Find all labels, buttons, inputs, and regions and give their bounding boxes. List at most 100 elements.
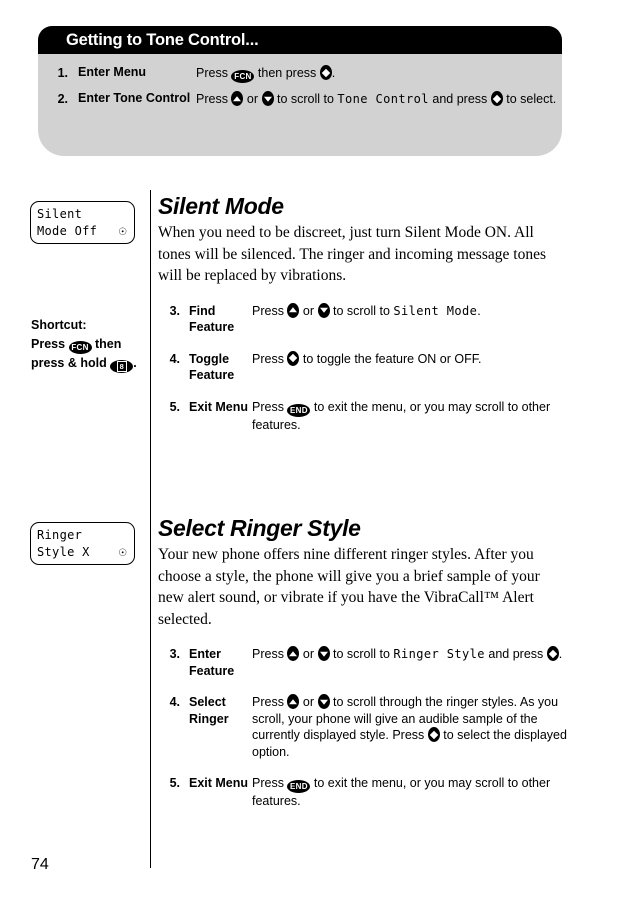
up-key-icon	[287, 302, 300, 318]
section-intro: Your new phone offers nine different rin…	[158, 544, 568, 630]
step-number: 2.	[57, 92, 68, 106]
menu-item-name: Tone Control	[337, 92, 429, 106]
callout-header: Getting to Tone Control...	[38, 26, 562, 54]
step-number: 3.	[169, 303, 180, 318]
text-press: Press	[196, 92, 232, 106]
down-key-icon	[317, 646, 330, 661]
step-number: 5.	[169, 776, 180, 790]
step-label: Enter Feature	[189, 647, 235, 678]
text-scroll-to: to scroll to	[273, 92, 338, 106]
text-toggle: to toggle the feature ON or OFF.	[299, 351, 482, 366]
callout-step-2: 2. Enter Tone Control Press or to scroll…	[38, 91, 562, 108]
page-number: 74	[31, 856, 49, 873]
tone-control-callout: Getting to Tone Control... 1. Enter Menu…	[38, 26, 562, 156]
menu-item-name: Silent Mode	[393, 303, 478, 318]
step-label: Exit Menu	[189, 399, 249, 414]
text-or: or	[299, 303, 318, 318]
section-intro: When you need to be discreet, just turn …	[158, 224, 546, 284]
text-press: Press	[196, 66, 232, 80]
text-to-select: to select.	[502, 92, 557, 106]
shortcut-note: Shortcut: Press FCN then press & hold 8.	[31, 316, 143, 373]
steps-list: 3. Find Feature Press or to scroll to Si…	[158, 302, 568, 434]
down-key-icon	[317, 302, 330, 318]
select-key-icon	[287, 350, 300, 366]
step-label: Toggle Feature	[189, 351, 235, 383]
bell-icon: ☉	[118, 545, 127, 560]
up-key-icon	[287, 694, 300, 709]
select-key-icon	[546, 646, 559, 661]
up-key-icon	[287, 646, 300, 661]
step-label: Find Feature	[189, 303, 235, 335]
step-find-feature: 3. Find Feature Press or to scroll to Si…	[158, 302, 568, 336]
end-key-icon: END	[287, 780, 311, 793]
callout-title: Getting to Tone Control...	[66, 30, 259, 49]
text-period: .	[477, 303, 481, 318]
select-key-icon	[490, 91, 503, 106]
down-key-icon	[317, 694, 330, 709]
section-intro-text: Your new phone offers nine different rin…	[158, 546, 540, 628]
text-or: or	[299, 695, 318, 709]
fcn-key-icon: FCN	[231, 70, 255, 83]
step-label: Enter Tone Control	[78, 91, 191, 105]
text-press: Press	[252, 351, 288, 366]
text-then-press: then press	[254, 66, 320, 80]
steps-list: 3. Enter Feature Press or to scroll to R…	[158, 646, 568, 810]
text-and-press: and press	[428, 92, 491, 106]
text-press: Press	[252, 303, 288, 318]
text-or: or	[243, 92, 262, 106]
step-number: 4.	[169, 351, 180, 366]
text-period: .	[331, 66, 336, 80]
text-press: Press	[252, 399, 288, 414]
menu-item-name: Ringer Style	[393, 647, 485, 661]
text-or: or	[299, 647, 318, 661]
text-scroll-to: to scroll to	[329, 647, 394, 661]
step-number: 3.	[169, 647, 180, 661]
up-key-icon	[231, 91, 244, 106]
text-scroll-to: to scroll to	[329, 303, 394, 318]
step-toggle-feature: 4. Toggle Feature Press to toggle the fe…	[158, 350, 568, 384]
lcd-line-2: Mode Off	[37, 224, 98, 238]
step-label: Select Ringer	[189, 695, 229, 726]
step-number: 5.	[169, 399, 180, 414]
step-label: Enter Menu	[78, 65, 147, 79]
step-exit-menu: 5. Exit Menu Press END to exit the menu,…	[158, 775, 568, 810]
step-description: Press or to scroll to Tone Control and p…	[196, 91, 562, 108]
lcd-line-1: Silent	[37, 207, 83, 221]
bell-icon: ☉	[118, 224, 127, 239]
section-silent-mode: Silent Mode When you need to be discreet…	[158, 193, 568, 448]
step-description: Press END to exit the menu, or you may s…	[252, 775, 568, 810]
section-select-ringer-style: Select Ringer Style Your new phone offer…	[158, 515, 568, 825]
lcd-line-2-row: Style X ☉	[37, 544, 134, 561]
text-press: Press	[252, 647, 288, 661]
step-description: Press FCN then press .	[196, 65, 562, 83]
select-key-icon	[319, 65, 332, 80]
text-press: Press	[252, 776, 288, 790]
lcd-line-2-row: Mode Off ☉	[37, 223, 134, 240]
down-key-icon	[261, 91, 274, 106]
step-description: Press or to scroll to Ringer Style and p…	[252, 646, 568, 663]
text-and-press: and press	[484, 647, 547, 661]
step-description: Press to toggle the feature ON or OFF.	[252, 350, 568, 368]
lcd-display-ringer-style: Ringer Style X ☉	[30, 522, 135, 565]
lcd-line-1: Ringer	[37, 528, 83, 542]
end-key-icon: END	[287, 403, 311, 417]
eight-key-icon: 8	[110, 360, 134, 373]
vertical-divider	[150, 190, 151, 868]
step-description: Press END to exit the menu, or you may s…	[252, 399, 568, 434]
section-title: Select Ringer Style	[158, 515, 361, 541]
callout-body: 1. Enter Menu Press FCN then press . 2. …	[38, 54, 562, 156]
callout-step-1: 1. Enter Menu Press FCN then press .	[38, 65, 562, 83]
lcd-line-2: Style X	[37, 545, 90, 559]
step-number: 1.	[57, 66, 68, 80]
step-enter-feature: 3. Enter Feature Press or to scroll to R…	[158, 646, 568, 679]
fcn-key-icon: FCN	[68, 341, 92, 354]
step-description: Press or to scroll to Silent Mode.	[252, 302, 568, 320]
step-select-ringer: 4. Select Ringer Press or to scroll thro…	[158, 694, 568, 760]
step-description: Press or to scroll through the ringer st…	[252, 694, 568, 760]
shortcut-heading: Shortcut:	[31, 318, 87, 332]
select-key-icon	[427, 727, 440, 742]
lcd-display-silent-mode: Silent Mode Off ☉	[30, 201, 135, 244]
section-title: Silent Mode	[158, 193, 284, 219]
text-press: Press	[252, 695, 288, 709]
text-press: Press	[31, 337, 69, 351]
